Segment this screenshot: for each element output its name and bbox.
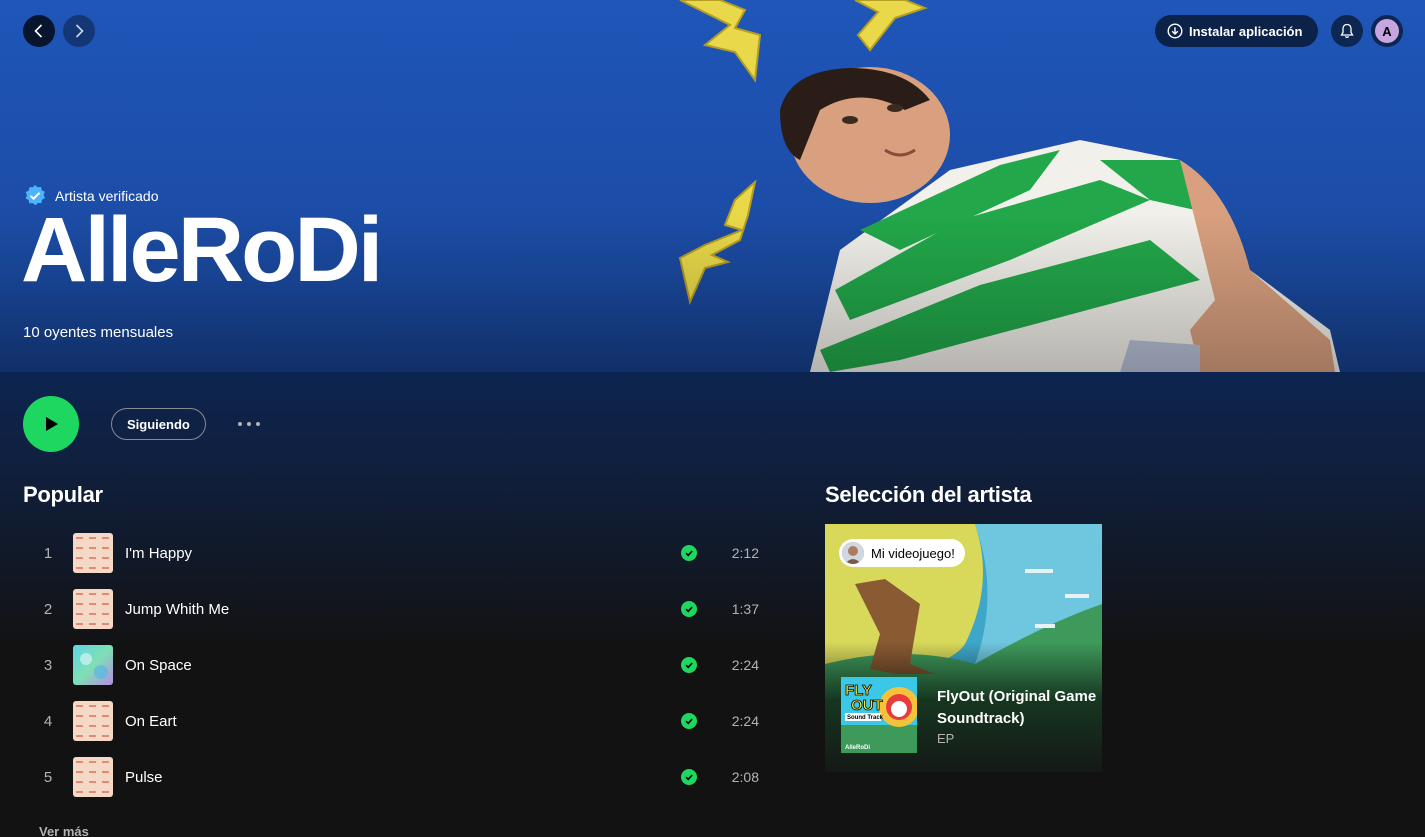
chevron-left-icon (34, 24, 43, 38)
notifications-button[interactable] (1331, 15, 1363, 47)
track-number: 3 (43, 656, 53, 674)
track-number: 5 (43, 768, 53, 786)
avatar: A (1375, 19, 1399, 43)
play-icon (46, 417, 58, 431)
more-dot-icon (256, 422, 260, 426)
download-circle-icon (1167, 23, 1183, 39)
artist-name: AlleRoDi (21, 199, 383, 301)
track-number: 4 (43, 712, 53, 730)
track-cover (73, 533, 113, 573)
monthly-listeners: 10 oyentes mensuales (23, 324, 174, 341)
more-options-button[interactable] (232, 412, 266, 436)
back-button[interactable] (23, 15, 55, 47)
saved-check-icon[interactable] (681, 657, 697, 673)
track-cover (73, 757, 113, 797)
track-cover (73, 701, 113, 741)
track-duration: 2:24 (731, 657, 759, 673)
track-row[interactable]: 2 Jump Whith Me 1:37 (23, 581, 783, 637)
play-button[interactable] (23, 396, 79, 452)
track-duration: 1:37 (731, 601, 759, 617)
track-row[interactable]: 5 Pulse 2:08 (23, 749, 783, 805)
artist-pick-card[interactable]: Mi videojuego! FLY OUT Sound Track AlleR… (825, 524, 1102, 772)
bell-icon (1340, 23, 1354, 38)
chevron-right-icon (75, 24, 84, 38)
saved-check-icon[interactable] (681, 713, 697, 729)
following-button[interactable]: Siguiendo (111, 408, 206, 440)
svg-text:OUT: OUT (851, 697, 883, 714)
see-more-link[interactable]: Ver más (39, 824, 89, 837)
track-cover (73, 645, 113, 685)
artist-pick-badge: Mi videojuego! (839, 539, 965, 567)
track-number: 2 (43, 600, 53, 618)
more-dot-icon (247, 422, 251, 426)
artist-avatar-icon (842, 542, 864, 564)
forward-button[interactable] (63, 15, 95, 47)
saved-check-icon[interactable] (681, 769, 697, 785)
artist-header: Instalar aplicación A Artista verificado… (0, 0, 1425, 372)
track-duration: 2:24 (731, 713, 759, 729)
track-row[interactable]: 3 On Space 2:24 (23, 637, 783, 693)
album-title: FlyOut (Original Game Soundtrack) (937, 688, 1097, 727)
track-duration: 2:08 (731, 769, 759, 785)
popular-track-list: 1 I'm Happy 2:12 2 Jump Whith Me 1:37 3 (23, 525, 783, 805)
artist-pick-title: Selección del artista (825, 482, 1032, 507)
more-dot-icon (238, 422, 242, 426)
svg-text:AlleRoDi: AlleRoDi (845, 745, 870, 751)
track-number: 1 (43, 544, 53, 562)
install-app-label: Instalar aplicación (1189, 23, 1303, 39)
album-type: EP (937, 731, 955, 746)
track-row[interactable]: 1 I'm Happy 2:12 (23, 525, 783, 581)
artist-pick-badge-text: Mi videojuego! (871, 545, 955, 561)
popular-title: Popular (23, 482, 103, 507)
saved-check-icon[interactable] (681, 601, 697, 617)
user-menu-button[interactable]: A (1371, 15, 1403, 47)
track-duration: 2:12 (731, 545, 759, 561)
track-cover (73, 589, 113, 629)
install-app-button[interactable]: Instalar aplicación (1155, 15, 1319, 47)
artist-content: Siguiendo Popular 1 I'm Happy 2:12 2 Jum… (0, 372, 1425, 837)
album-cover: FLY OUT Sound Track AlleRoDi (841, 677, 917, 753)
saved-check-icon[interactable] (681, 545, 697, 561)
track-row[interactable]: 4 On Eart 2:24 (23, 693, 783, 749)
svg-text:Sound Track: Sound Track (847, 715, 884, 721)
